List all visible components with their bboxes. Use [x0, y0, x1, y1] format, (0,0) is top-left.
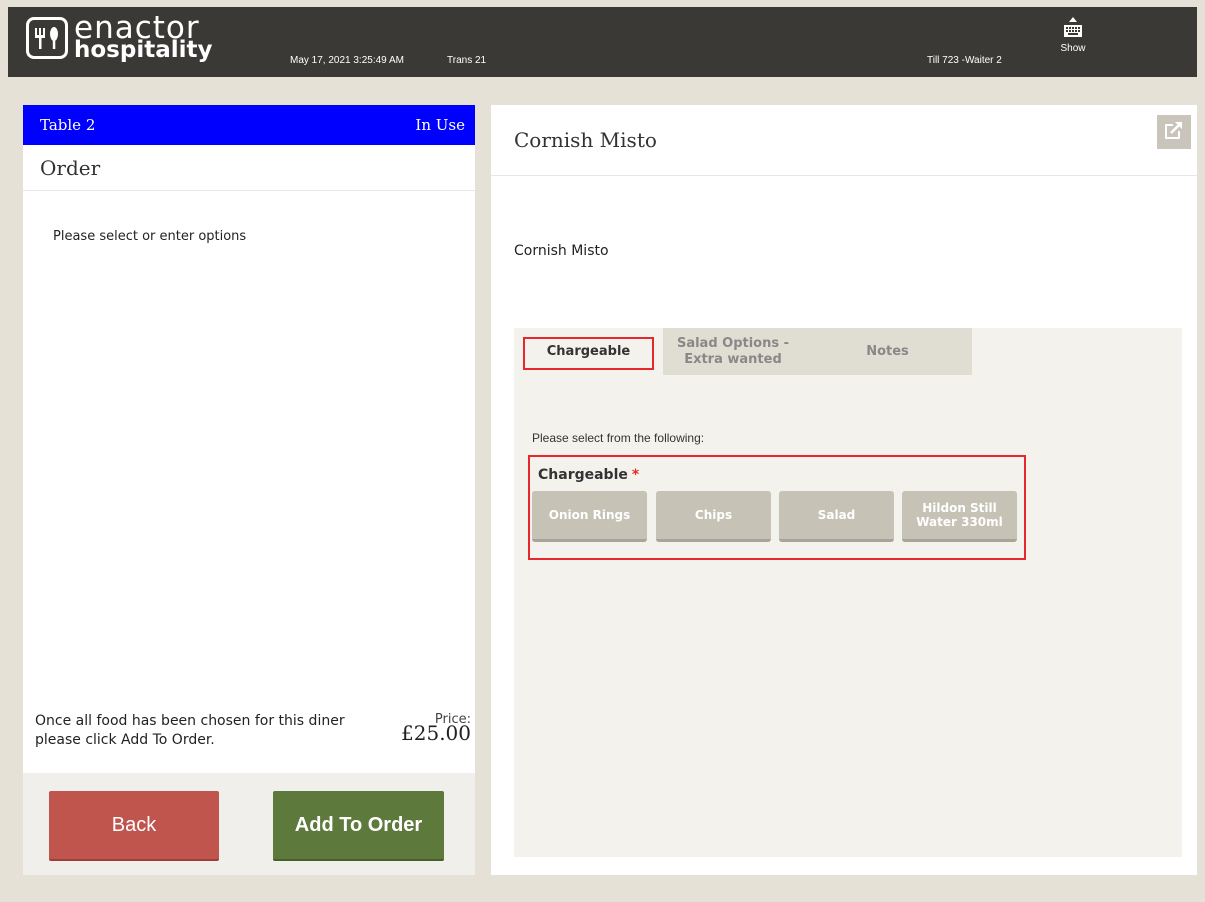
group-label-text: Chargeable — [538, 467, 628, 483]
top-bar: enactor hospitality May 17, 2021 3:25:49… — [8, 7, 1197, 77]
group-label: Chargeable * — [538, 467, 639, 483]
option-onion-rings[interactable]: Onion Rings — [532, 491, 647, 542]
item-name: Cornish Misto — [514, 243, 609, 259]
price-display: Price: £25.00 — [401, 712, 471, 745]
table-status: In Use — [415, 116, 465, 134]
external-link-icon — [1165, 121, 1183, 143]
keyboard-icon — [1048, 15, 1098, 45]
till-label: Till 723 -Waiter 2 — [927, 55, 1002, 66]
table-header: Table 2 In Use — [23, 105, 475, 145]
option-chips[interactable]: Chips — [656, 491, 771, 542]
required-marker: * — [631, 467, 640, 483]
brand-line2: hospitality — [74, 37, 213, 64]
footer-message: Once all food has been chosen for this d… — [35, 713, 345, 748]
show-label: Show — [1060, 43, 1086, 54]
table-name: Table 2 — [40, 116, 96, 134]
options-prompt: Please select or enter options — [53, 229, 247, 244]
popout-button[interactable] — [1157, 115, 1191, 149]
option-hildon-water[interactable]: Hildon Still Water 330ml — [902, 491, 1017, 542]
order-title: Order — [23, 145, 475, 191]
tab-notes[interactable]: Notes — [803, 328, 972, 375]
back-button[interactable]: Back — [49, 791, 219, 861]
item-title: Cornish Misto — [491, 105, 1197, 176]
tab-highlight — [523, 337, 654, 370]
cutlery-icon — [26, 16, 68, 59]
show-keyboard-button[interactable]: Show — [1048, 15, 1098, 54]
trans-label: Trans 21 — [447, 55, 487, 66]
options-area: Chargeable Salad Options - Extra wanted … — [514, 328, 1182, 857]
action-bar: Back Add To Order — [23, 773, 475, 875]
tab-salad-options[interactable]: Salad Options - Extra wanted — [663, 328, 803, 375]
price-value: £25.00 — [401, 721, 471, 745]
enactor-logo: enactor hospitality — [26, 12, 213, 64]
order-panel: Table 2 In Use Order Please select or en… — [23, 105, 475, 875]
datetime-label: May 17, 2021 3:25:49 AM — [290, 55, 404, 66]
select-prompt: Please select from the following: — [532, 431, 705, 445]
item-panel: Cornish Misto Cornish Misto Chargeable S… — [491, 105, 1197, 875]
option-salad[interactable]: Salad — [779, 491, 894, 542]
add-to-order-button[interactable]: Add To Order — [273, 791, 444, 861]
